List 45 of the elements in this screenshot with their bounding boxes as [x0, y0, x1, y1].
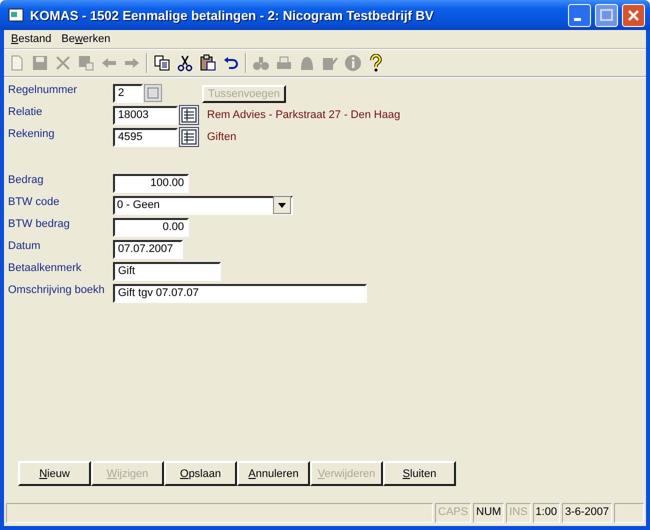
action-button[interactable]: Sluiten [383, 461, 456, 486]
menu-item[interactable]: Bewerken [56, 33, 116, 45]
input-field[interactable]: 0.00 [113, 218, 189, 236]
field-label: Datum [8, 239, 42, 252]
field-label: Betaalkenmerk [8, 261, 82, 274]
status-panel: INS [506, 503, 531, 523]
status-panel: 3-6-2007 [562, 503, 612, 523]
field-label: Regelnummer [8, 83, 78, 96]
action-button[interactable]: Opslaan [164, 461, 237, 486]
undo-icon[interactable] [222, 54, 240, 72]
action-button[interactable]: Nieuw [18, 461, 91, 486]
action-button[interactable]: Annuleren [237, 461, 310, 486]
field-label: Bedrag [8, 173, 44, 186]
minimize-icon [574, 18, 581, 20]
app-icon [8, 7, 24, 23]
maximize-button[interactable] [595, 4, 618, 26]
window-title: KOMAS - 1502 Eenmalige betalingen - 2: Nicogram Testbedrijf BV [30, 8, 435, 22]
input-field[interactable]: 2 [113, 84, 143, 102]
menu-item[interactable]: Bestand [6, 33, 56, 45]
spin-icon[interactable] [144, 84, 162, 102]
field-label: Relatie [8, 105, 44, 118]
status-panel: NUM [473, 503, 504, 523]
lookup-description: Rem Advies - Parkstraat 27 - Den Haag [207, 109, 400, 121]
input-field[interactable]: 4595 [113, 128, 178, 146]
field-label: Omschrijving boekh [8, 283, 106, 296]
field-label: Rekening [8, 127, 56, 140]
minimize-button[interactable] [568, 4, 591, 26]
paste-icon[interactable] [199, 54, 217, 72]
field-label: BTW code [8, 195, 60, 208]
lookup-list-icon[interactable] [179, 127, 199, 147]
input-field[interactable]: Gift tgv 07.07.07 [113, 284, 367, 302]
lookup-description: Giften [207, 131, 236, 143]
btw-code-dropdown[interactable]: 0 - Geen [113, 196, 293, 214]
status-panel: CAPS [435, 503, 472, 523]
lookup-list-icon[interactable] [179, 105, 199, 125]
input-field[interactable]: 07.07.2007 [113, 240, 183, 258]
input-field[interactable]: 100.00 [113, 174, 189, 192]
size-grip[interactable] [614, 503, 644, 523]
input-field[interactable]: 18003 [113, 106, 178, 124]
close-button[interactable] [622, 4, 645, 26]
cut-icon[interactable] [176, 54, 194, 72]
field-label: BTW bedrag [8, 217, 71, 230]
status-panel: 1:00 [532, 503, 560, 523]
copy-icon[interactable] [153, 54, 171, 72]
input-field[interactable]: Gift [113, 262, 221, 280]
